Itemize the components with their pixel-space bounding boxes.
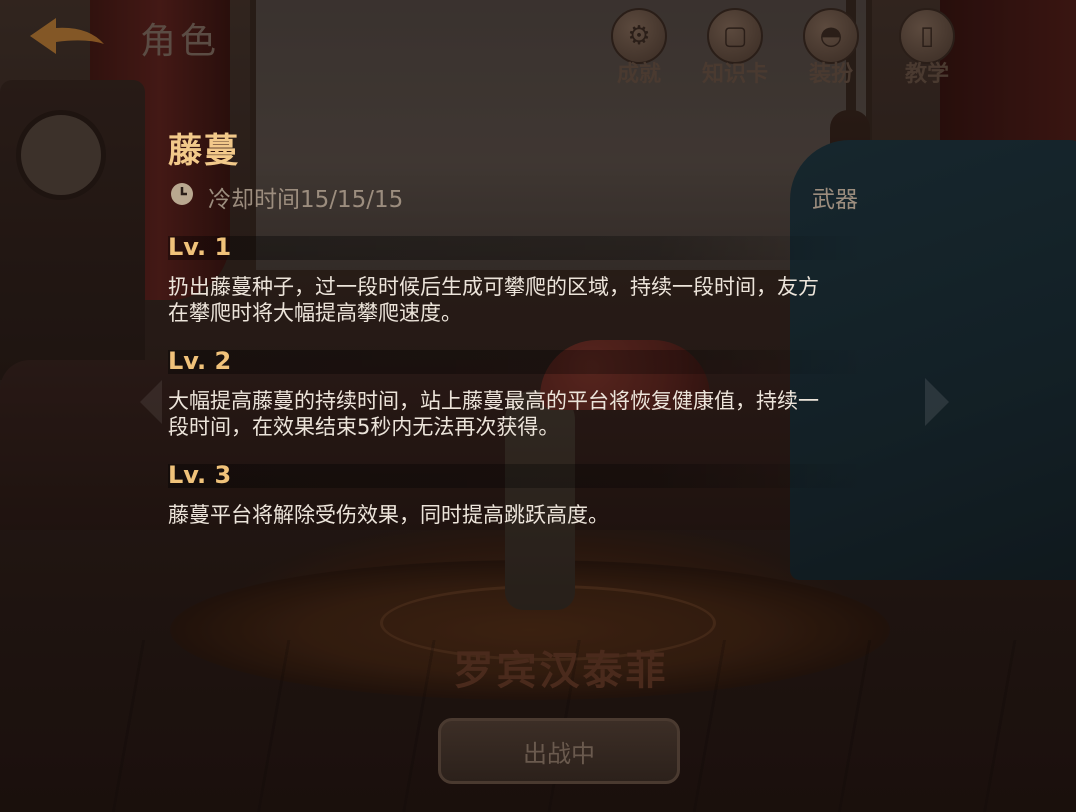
nav-outfit-button[interactable]: ◓ 装扮 xyxy=(790,8,872,88)
top-nav: ⚙ 成就 ▢ 知识卡 ◓ 装扮 ▯ 教学 xyxy=(598,8,968,88)
nav-label: 知识卡 xyxy=(701,62,768,87)
back-arrow-icon xyxy=(30,18,104,54)
level-title: Lv. 1 xyxy=(168,233,232,261)
nav-achievements-button[interactable]: ⚙ 成就 xyxy=(598,8,680,88)
skill-name: 藤蔓 xyxy=(168,131,240,171)
skill-category: 武器 xyxy=(812,187,858,213)
in-battle-button[interactable]: 出战中 xyxy=(438,718,680,784)
next-character-icon[interactable] xyxy=(925,378,949,426)
level-description: 藤蔓平台将解除受伤效果，同时提高跳跃高度。 xyxy=(168,503,609,527)
skill-meta-row: 冷却时间15/15/15 武器 xyxy=(168,178,868,213)
nav-label: 装扮 xyxy=(808,62,853,87)
level-title: Lv. 3 xyxy=(168,461,232,489)
prev-character-icon[interactable] xyxy=(140,380,162,424)
cooldown-text: 冷却时间15/15/15 xyxy=(208,187,404,213)
level-header: Lv. 3 xyxy=(168,462,868,488)
back-button[interactable] xyxy=(26,14,110,58)
level-description: 扔出藤蔓种子，过一段时候后生成可攀爬的区域，持续一段时间，友方在攀爬时将大幅提高… xyxy=(168,275,819,325)
level-block: Lv. 3 藤蔓平台将解除受伤效果，同时提高跳跃高度。 xyxy=(168,462,868,528)
skill-detail-panel: 藤蔓 冷却时间15/15/15 武器 Lv. 1 扔出藤蔓种子，过一段时候后生成… xyxy=(168,128,868,528)
page-title: 角色 xyxy=(140,21,221,62)
level-block: Lv. 2 大幅提高藤蔓的持续时间，站上藤蔓最高的平台将恢复健康值，持续一段时间… xyxy=(168,348,868,440)
nav-label: 成就 xyxy=(616,62,661,87)
level-header: Lv. 1 xyxy=(168,234,868,260)
level-title: Lv. 2 xyxy=(168,347,232,375)
character-name: 罗宾汉泰菲 xyxy=(453,648,669,694)
level-description: 大幅提高藤蔓的持续时间，站上藤蔓最高的平台将恢复健康值，持续一段时间，在效果结束… xyxy=(168,389,819,439)
clock-icon xyxy=(171,183,193,205)
nav-knowledge-card-button[interactable]: ▢ 知识卡 xyxy=(694,8,776,88)
level-block: Lv. 1 扔出藤蔓种子，过一段时候后生成可攀爬的区域，持续一段时间，友方在攀爬… xyxy=(168,234,868,326)
game-scene: 角色 ⚙ 成就 ▢ 知识卡 ◓ 装扮 ▯ 教学 藤蔓 冷却时间15/15/15 … xyxy=(0,0,1076,812)
nav-label: 教学 xyxy=(904,62,949,87)
nav-tutorial-button[interactable]: ▯ 教学 xyxy=(886,8,968,88)
level-header: Lv. 2 xyxy=(168,348,868,374)
